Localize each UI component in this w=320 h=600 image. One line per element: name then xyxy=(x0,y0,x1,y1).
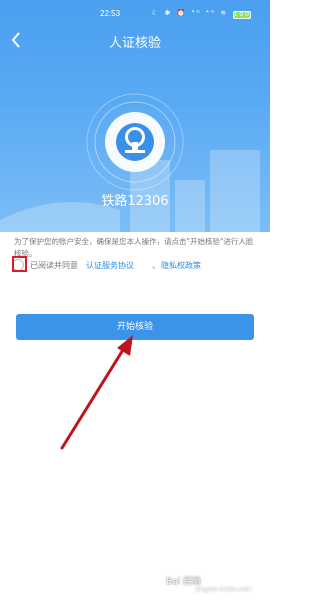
checkbox-highlight-annotation xyxy=(12,256,27,272)
app-name: 铁路12306 xyxy=(101,194,169,209)
baidu-jingyan-watermark: Bai 经验 jingyan.baidu.com xyxy=(166,572,266,596)
status-indicator-icons: ☾ ✱ ⏰ ⁴ᴳ ⁴ᴳ ≋ xyxy=(152,9,229,17)
privacy-policy-link[interactable]: 隐私权政策 xyxy=(161,260,201,271)
battery-level: 100 xyxy=(233,11,251,18)
page-title: 人证核验 xyxy=(108,36,161,51)
agreement-separator: 、 xyxy=(152,261,160,270)
nav-bar: 人证核验 xyxy=(0,26,270,56)
status-time: 22:53 xyxy=(100,9,121,18)
agreement-prefix: 已阅读并同意 xyxy=(30,261,78,270)
battery-icon: 100 xyxy=(232,11,251,19)
service-agreement-link[interactable]: 认证服务协议 xyxy=(86,260,134,271)
start-verification-button[interactable]: 开始核验 xyxy=(16,314,254,340)
china-railway-logo-icon xyxy=(86,93,184,191)
watermark-url: jingyan.baidu.com xyxy=(196,586,252,593)
header-banner: 22:53 ☾ ✱ ⏰ ⁴ᴳ ⁴ᴳ ≋ 100 人证核验 铁路12306 xyxy=(0,0,270,232)
status-icons: ☾ ✱ ⏰ ⁴ᴳ ⁴ᴳ ≋ 100 xyxy=(152,9,251,19)
agreement-row: 已阅读并同意 认证服务协议 、 隐私权政策 xyxy=(12,257,262,273)
status-bar: 22:53 ☾ ✱ ⏰ ⁴ᴳ ⁴ᴳ ≋ 100 xyxy=(0,0,270,24)
